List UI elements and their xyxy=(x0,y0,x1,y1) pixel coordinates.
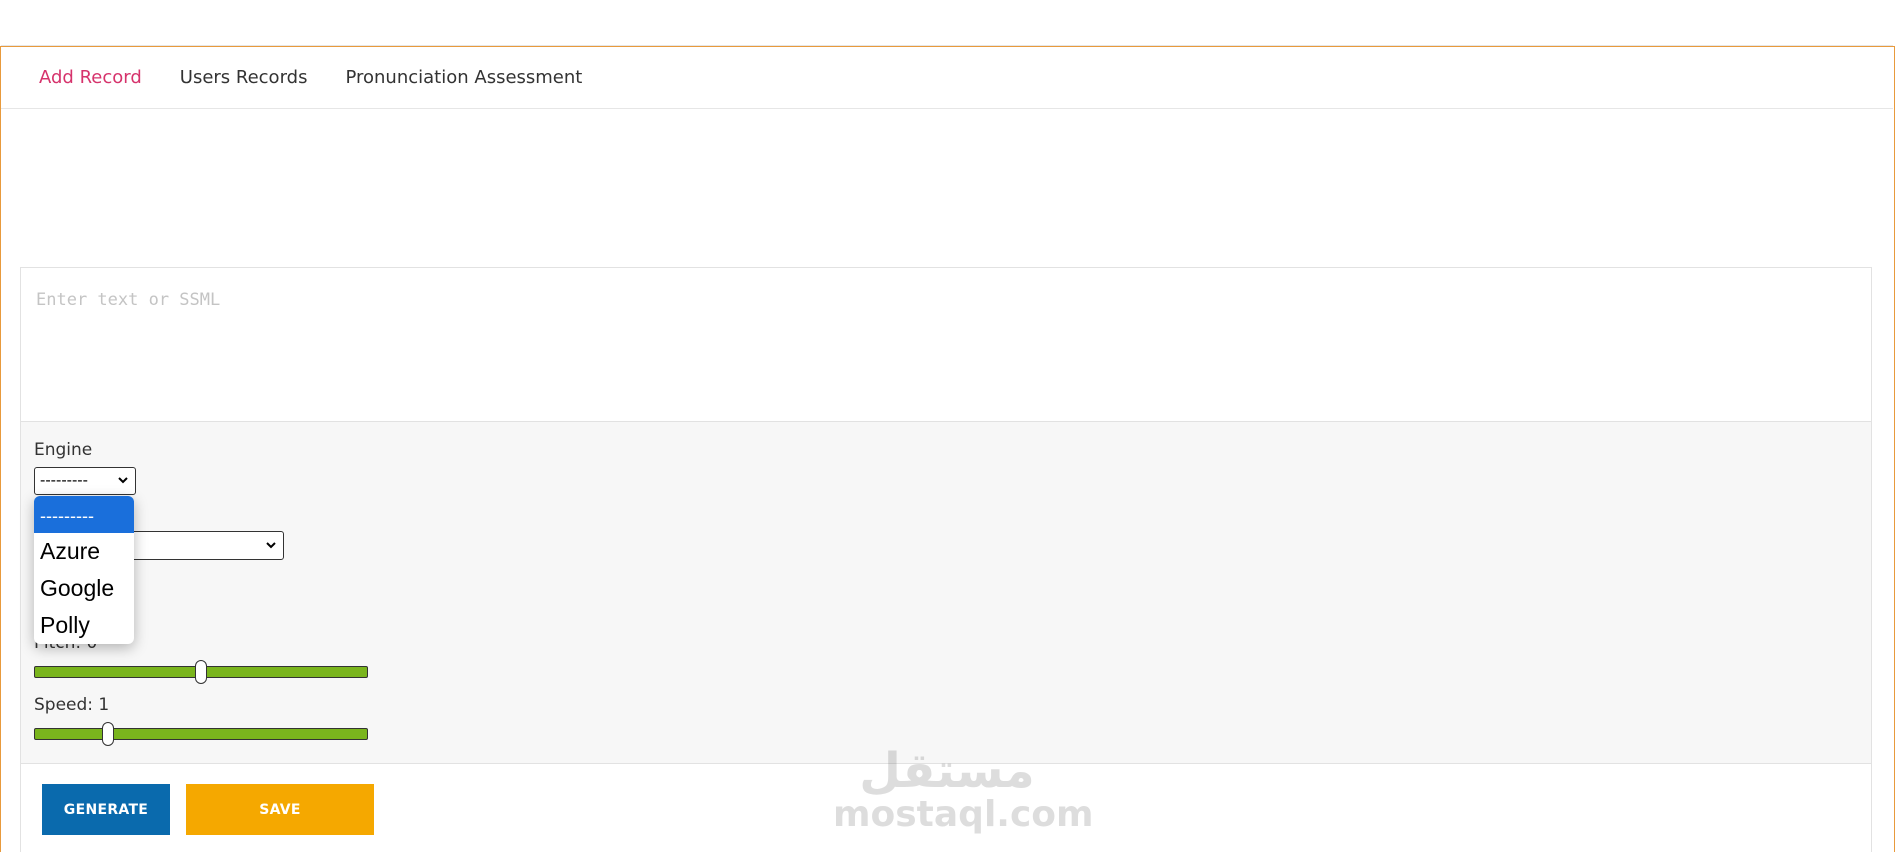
tab-users-records[interactable]: Users Records xyxy=(180,67,308,88)
speed-slider-thumb[interactable] xyxy=(102,722,114,746)
tab-pronunciation-assessment[interactable]: Pronunciation Assessment xyxy=(345,67,582,88)
tab-add-record[interactable]: Add Record xyxy=(39,67,142,88)
chevron-down-icon xyxy=(266,541,276,548)
editor-panel: Engine --------- Pitch: 0 Speed: 1 xyxy=(20,267,1872,852)
speed-slider[interactable] xyxy=(34,722,368,746)
engine-dropdown-list: --------- Azure Google Polly xyxy=(34,496,134,644)
engine-select-value: --------- xyxy=(40,472,88,489)
controls-panel: Engine --------- Pitch: 0 Speed: 1 xyxy=(21,422,1871,764)
engine-option[interactable]: Azure xyxy=(34,533,134,570)
speed-label: Speed: 1 xyxy=(34,695,110,715)
pitch-slider-thumb[interactable] xyxy=(195,660,207,684)
generate-button[interactable]: GENERATE xyxy=(42,784,170,835)
engine-option[interactable]: Google xyxy=(34,570,134,607)
tab-bar: Add Record Users Records Pronunciation A… xyxy=(1,45,1893,109)
engine-select[interactable]: --------- xyxy=(34,467,136,495)
engine-option[interactable]: Polly xyxy=(34,607,134,644)
pitch-slider[interactable] xyxy=(34,660,368,684)
chevron-down-icon xyxy=(118,477,128,484)
save-button[interactable]: SAVE xyxy=(186,784,374,835)
text-ssml-input[interactable] xyxy=(21,268,1871,422)
engine-option[interactable]: --------- xyxy=(34,496,134,533)
engine-label: Engine xyxy=(34,440,93,460)
